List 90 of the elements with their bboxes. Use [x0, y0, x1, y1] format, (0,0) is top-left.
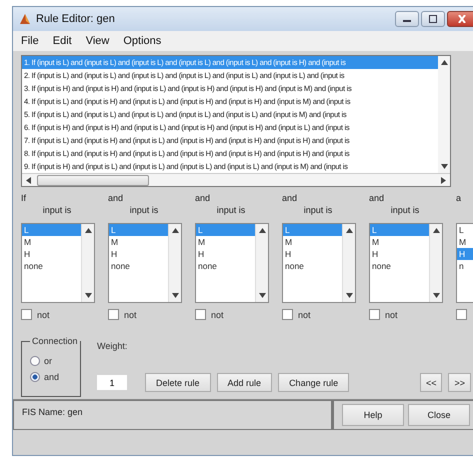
- scroll-left-icon: [26, 176, 31, 184]
- list-item[interactable]: H: [283, 248, 342, 260]
- variable-label: input is: [216, 205, 246, 217]
- membership-list[interactable]: L M H none: [21, 223, 95, 303]
- list-item[interactable]: M: [283, 236, 342, 248]
- variable-label: input is: [304, 205, 332, 217]
- rule-button[interactable]: Delete rule: [145, 373, 211, 392]
- not-label: not: [385, 310, 398, 320]
- weight-label: Weight:: [97, 341, 128, 351]
- membership-list[interactable]: L M H none: [282, 223, 356, 303]
- scroll-down-icon: [84, 293, 92, 298]
- connector-label: a: [456, 193, 462, 205]
- connector-label: and: [282, 193, 298, 205]
- scroll-up-icon: [440, 60, 448, 65]
- membership-list[interactable]: L M H n: [456, 223, 473, 303]
- not-label: not: [298, 310, 311, 320]
- list-item[interactable]: H: [370, 248, 429, 260]
- app-icon: [19, 13, 31, 25]
- radio-button[interactable]: [30, 356, 40, 366]
- list-item[interactable]: M: [457, 236, 473, 248]
- close-button[interactable]: [447, 11, 473, 27]
- radio-label: or: [44, 356, 52, 366]
- not-label: not: [37, 310, 50, 320]
- menu-item[interactable]: View: [86, 35, 110, 47]
- membership-list[interactable]: L M H none: [195, 223, 269, 303]
- list-item[interactable]: H: [22, 248, 81, 260]
- connector-label: If: [21, 193, 26, 205]
- scroll-up-icon: [172, 228, 178, 233]
- membership-list[interactable]: L M H none: [369, 223, 443, 303]
- rule-button[interactable]: Add rule: [216, 373, 272, 392]
- footer-button[interactable]: Close: [408, 404, 470, 426]
- connector-label: and: [195, 193, 210, 205]
- connector-label: and: [108, 193, 124, 205]
- checkbox[interactable]: [108, 309, 119, 320]
- checkbox[interactable]: [195, 309, 206, 320]
- scroll-up-icon: [346, 228, 352, 233]
- scroll-right-icon: [441, 176, 446, 184]
- variable-label: input is: [130, 205, 158, 217]
- status-text: FIS Name: gen: [13, 400, 332, 430]
- group-title: Connection: [30, 336, 80, 346]
- variable-label: input is: [390, 205, 420, 217]
- scroll-up-icon: [258, 228, 266, 233]
- maximize-icon: [428, 15, 438, 23]
- footer-button[interactable]: Help: [342, 404, 404, 426]
- checkbox[interactable]: [369, 309, 380, 320]
- minimize-button[interactable]: [395, 11, 419, 27]
- menu-item[interactable]: File: [21, 35, 39, 47]
- scroll-thumb[interactable]: [37, 174, 149, 186]
- nav-button[interactable]: >>: [448, 373, 471, 392]
- scroll-down-icon: [346, 293, 352, 298]
- window-title: Rule Editor: gen: [36, 13, 116, 25]
- list-item[interactable]: none: [196, 260, 255, 272]
- menu-item[interactable]: Edit: [52, 35, 72, 47]
- checkbox[interactable]: [282, 309, 293, 320]
- weight-field[interactable]: 1: [97, 375, 127, 390]
- list-item[interactable]: n: [457, 260, 473, 272]
- membership-list[interactable]: L M H none: [108, 223, 182, 303]
- checkbox[interactable]: [456, 309, 467, 320]
- scroll-down-icon: [172, 293, 178, 298]
- scroll-up-icon: [84, 228, 92, 233]
- list-item[interactable]: none: [370, 260, 429, 272]
- variable-label: input is: [42, 205, 72, 217]
- radio-label: and: [44, 372, 60, 382]
- list-item[interactable]: M: [370, 236, 429, 248]
- maximize-button[interactable]: [421, 11, 445, 27]
- nav-button[interactable]: <<: [420, 373, 442, 392]
- radio-button[interactable]: [30, 372, 40, 382]
- scroll-down-icon: [440, 164, 448, 169]
- list-item[interactable]: none: [109, 260, 168, 272]
- list-item[interactable]: L: [457, 224, 473, 236]
- list-item[interactable]: none: [283, 260, 342, 272]
- rule-list[interactable]: [21, 55, 451, 187]
- close-icon: [457, 15, 467, 23]
- connector-label: and: [369, 193, 384, 205]
- list-item[interactable]: M: [109, 236, 168, 248]
- list-item[interactable]: H: [109, 248, 168, 260]
- not-label: not: [211, 310, 224, 320]
- list-item[interactable]: H: [196, 248, 255, 260]
- scroll-down-icon: [258, 293, 266, 298]
- scroll-up-icon: [432, 228, 440, 233]
- scrollbar[interactable]: [438, 56, 450, 173]
- checkbox[interactable]: [21, 309, 32, 320]
- scrollbar[interactable]: [22, 173, 450, 186]
- list-item[interactable]: M: [196, 236, 255, 248]
- list-item[interactable]: none: [22, 260, 81, 272]
- not-label: not: [124, 310, 137, 320]
- scroll-down-icon: [432, 293, 440, 298]
- rule-button[interactable]: Change rule: [278, 373, 350, 392]
- list-item[interactable]: M: [22, 236, 81, 248]
- menu-item[interactable]: Options: [123, 35, 162, 47]
